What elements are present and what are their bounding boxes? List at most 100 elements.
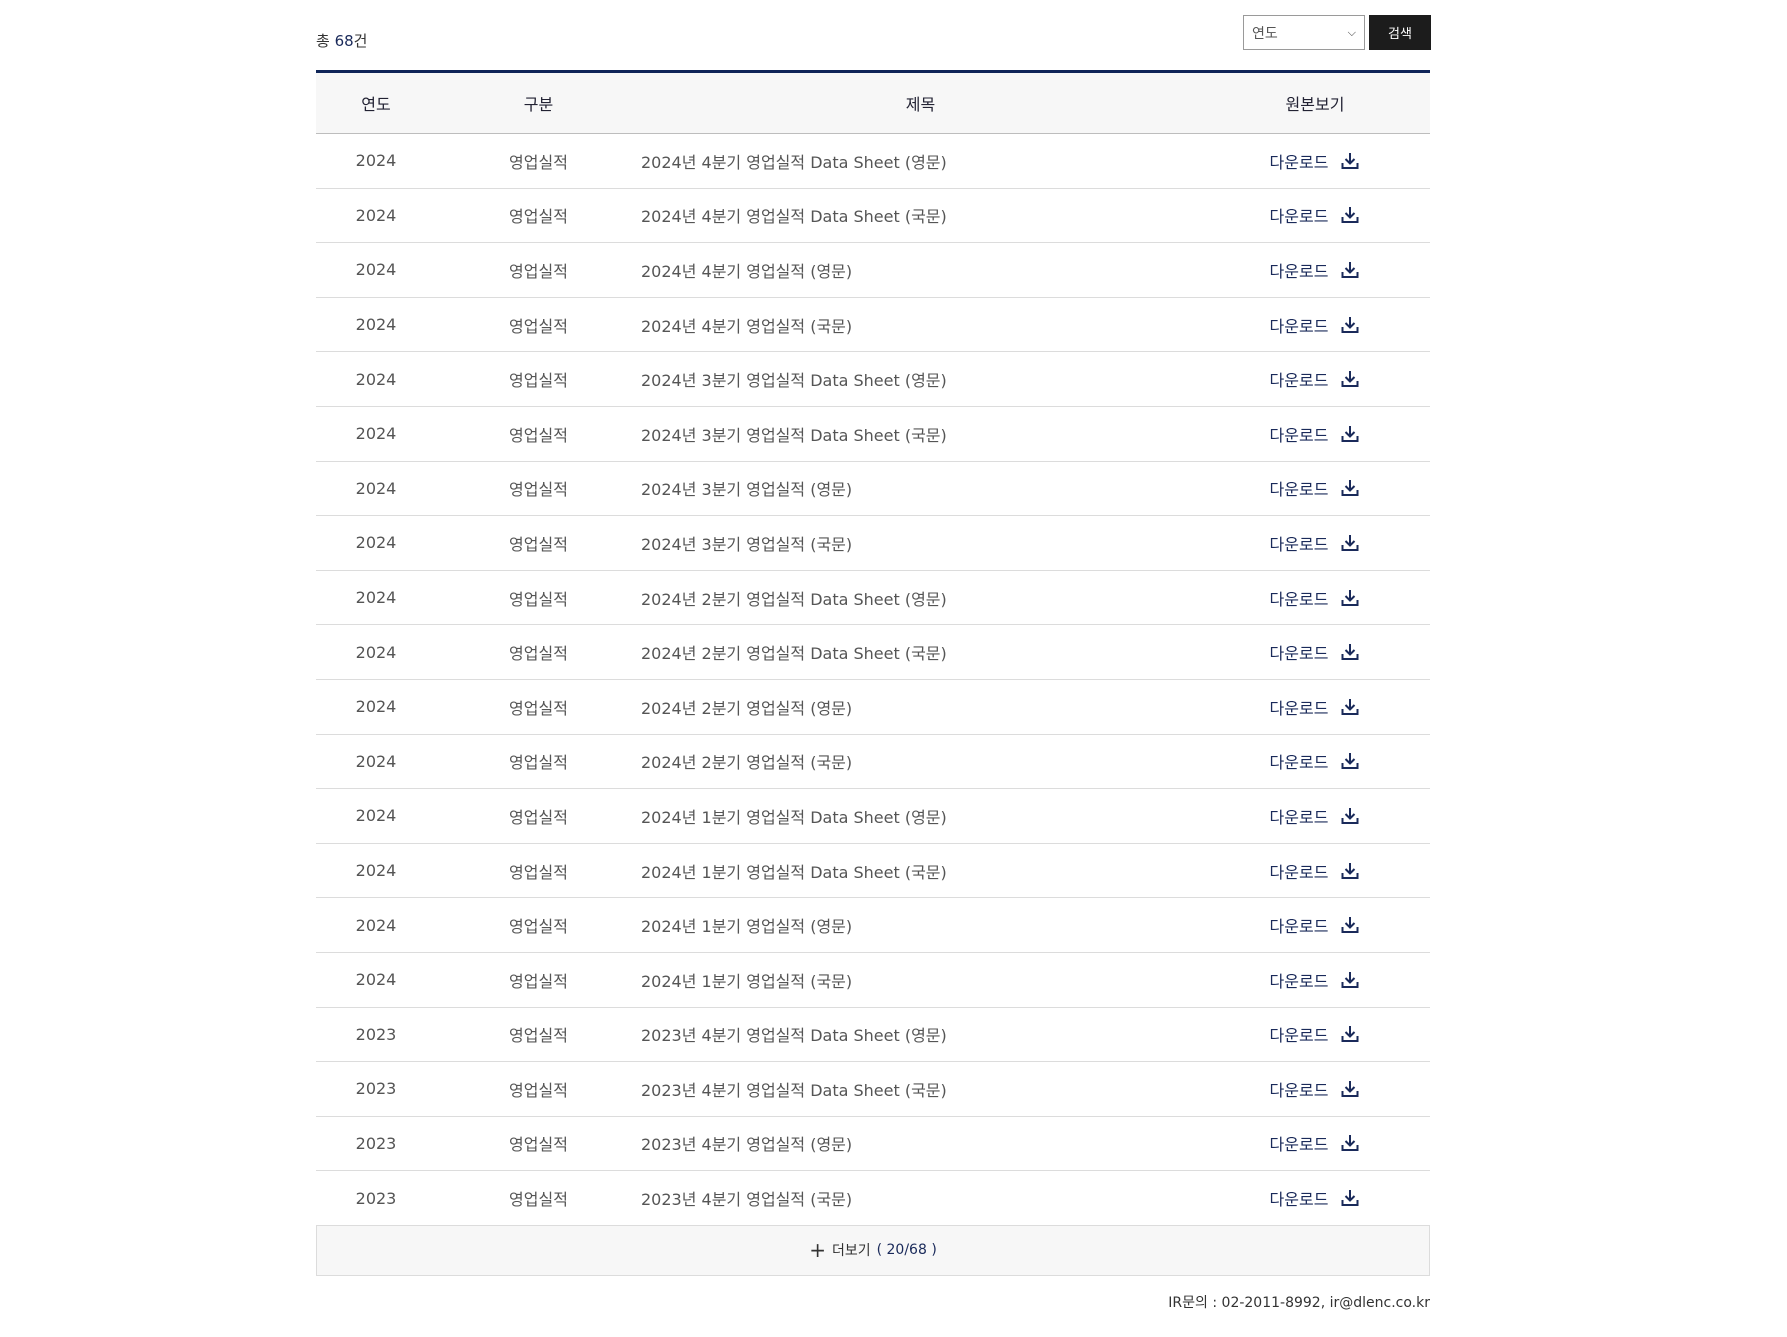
table-row: 2024 영업실적 2024년 3분기 영업실적 Data Sheet (영문) 다운… (316, 352, 1430, 407)
download-link[interactable]: 다운로드 (1270, 913, 1361, 937)
table-row: 2024 영업실적 2024년 2분기 영업실적 Data Sheet (국문) 다운… (316, 625, 1430, 680)
download-link[interactable]: 다운로드 (1270, 1077, 1361, 1101)
row-year: 2023 (355, 1079, 397, 1099)
row-download-cell: 다운로드 (1200, 516, 1430, 571)
download-label: 다운로드 (1269, 917, 1329, 937)
table-header-row: 연도 구분 제목 원본보기 (316, 71, 1430, 134)
row-year: 2024 (355, 424, 397, 444)
chevron-down-icon: ⌵ (1347, 25, 1356, 39)
download-icon (1340, 588, 1360, 608)
row-title: 2024년 3분기 영업실적 (국문) (641, 534, 853, 554)
row-category: 영업실적 (509, 371, 568, 391)
download-link[interactable]: 다운로드 (1270, 749, 1361, 773)
download-label: 다운로드 (1269, 207, 1329, 227)
download-link[interactable]: 다운로드 (1270, 695, 1361, 719)
download-link[interactable]: 다운로드 (1270, 203, 1361, 227)
row-category: 영업실적 (509, 1190, 568, 1210)
plus-icon: + (809, 1238, 826, 1263)
row-title: 2024년 3분기 영업실적 Data Sheet (국문) (641, 425, 947, 445)
download-label: 다운로드 (1269, 589, 1329, 609)
table-row: 2024 영업실적 2024년 4분기 영업실적 Data Sheet (국문) 다운… (316, 188, 1430, 243)
download-label: 다운로드 (1269, 1190, 1329, 1210)
row-download-cell: 다운로드 (1200, 952, 1430, 1007)
row-download-cell: 다운로드 (1200, 134, 1430, 189)
download-link[interactable]: 다운로드 (1270, 149, 1361, 173)
download-link[interactable]: 다운로드 (1270, 258, 1361, 282)
table-row: 2024 영업실적 2024년 1분기 영업실적 Data Sheet (영문) 다운… (316, 789, 1430, 844)
row-category: 영업실적 (509, 425, 568, 445)
table-row: 2023 영업실적 2023년 4분기 영업실적 Data Sheet (국문) 다운… (316, 1062, 1430, 1117)
search-button[interactable]: 검색 (1369, 15, 1431, 50)
download-label: 다운로드 (1269, 534, 1329, 554)
download-label: 다운로드 (1269, 152, 1329, 172)
download-link[interactable]: 다운로드 (1270, 422, 1361, 446)
download-icon (1340, 970, 1360, 990)
download-link[interactable]: 다운로드 (1270, 313, 1361, 337)
row-year: 2023 (355, 1133, 397, 1153)
download-icon (1340, 1133, 1360, 1153)
download-icon (1340, 315, 1360, 335)
row-title: 2023년 4분기 영업실적 (영문) (641, 1135, 853, 1155)
load-more-label: 더보기 (831, 1243, 871, 1260)
row-category: 영업실적 (509, 534, 568, 554)
row-category: 영업실적 (509, 480, 568, 500)
download-icon (1340, 424, 1360, 444)
download-label: 다운로드 (1269, 1135, 1329, 1155)
table-row: 2024 영업실적 2024년 2분기 영업실적 (국문) 다운로드 (316, 734, 1430, 789)
row-category: 영업실적 (509, 589, 568, 609)
row-download-cell: 다운로드 (1200, 570, 1430, 625)
total-count: 총 68건 (316, 30, 367, 51)
download-link[interactable]: 다운로드 (1270, 640, 1361, 664)
table-row: 2024 영업실적 2024년 3분기 영업실적 (국문) 다운로드 (316, 516, 1430, 571)
table-row: 2024 영업실적 2024년 1분기 영업실적 (국문) 다운로드 (316, 952, 1430, 1007)
row-download-cell: 다운로드 (1200, 406, 1430, 461)
download-link[interactable]: 다운로드 (1270, 367, 1361, 391)
year-select-value: 연도 (1252, 25, 1278, 42)
load-more-count: ( 20/68 ) (876, 1242, 937, 1259)
row-download-cell: 다운로드 (1200, 297, 1430, 352)
row-title: 2024년 1분기 영업실적 Data Sheet (영문) (641, 807, 947, 827)
row-category: 영업실적 (509, 698, 568, 718)
table-row: 2023 영업실적 2023년 4분기 영업실적 (국문) 다운로드 (316, 1171, 1430, 1226)
row-title: 2024년 2분기 영업실적 Data Sheet (국문) (641, 644, 947, 664)
row-category: 영업실적 (509, 807, 568, 827)
row-title: 2024년 1분기 영업실적 (국문) (641, 971, 853, 991)
row-category: 영업실적 (509, 1026, 568, 1046)
row-category: 영업실적 (509, 971, 568, 991)
row-title: 2024년 1분기 영업실적 Data Sheet (국문) (641, 862, 947, 882)
row-year: 2024 (355, 970, 397, 990)
table-row: 2024 영업실적 2024년 3분기 영업실적 (영문) 다운로드 (316, 461, 1430, 516)
load-more-button[interactable]: + 더보기 ( 20/68 ) (316, 1225, 1430, 1276)
row-download-cell: 다운로드 (1200, 1007, 1430, 1062)
row-year: 2024 (355, 751, 397, 771)
row-download-cell: 다운로드 (1200, 461, 1430, 516)
download-link[interactable]: 다운로드 (1270, 1186, 1361, 1210)
row-title: 2024년 4분기 영업실적 (영문) (641, 261, 853, 281)
download-link[interactable]: 다운로드 (1270, 968, 1361, 992)
table-row: 2024 영업실적 2024년 2분기 영업실적 Data Sheet (영문) 다운… (316, 570, 1430, 625)
row-download-cell: 다운로드 (1200, 679, 1430, 734)
download-link[interactable]: 다운로드 (1270, 531, 1361, 555)
download-link[interactable]: 다운로드 (1270, 586, 1361, 610)
row-title: 2023년 4분기 영업실적 Data Sheet (국문) (641, 1080, 947, 1100)
row-year: 2024 (355, 205, 397, 225)
total-suffix: 건 (353, 32, 368, 50)
row-year: 2024 (355, 642, 397, 662)
year-select[interactable]: 연도 ⌵ (1243, 15, 1365, 50)
row-year: 2024 (355, 151, 397, 171)
download-label: 다운로드 (1269, 480, 1329, 500)
download-link[interactable]: 다운로드 (1270, 1022, 1361, 1046)
download-link[interactable]: 다운로드 (1270, 804, 1361, 828)
table-row: 2024 영업실적 2024년 3분기 영업실적 Data Sheet (국문) 다운… (316, 406, 1430, 462)
table-row: 2023 영업실적 2023년 4분기 영업실적 (영문) 다운로드 (316, 1116, 1430, 1171)
download-icon (1340, 915, 1360, 935)
row-download-cell: 다운로드 (1200, 188, 1430, 243)
row-year: 2023 (355, 1024, 397, 1044)
table-row: 2024 영업실적 2024년 2분기 영업실적 (영문) 다운로드 (316, 679, 1430, 735)
row-year: 2024 (355, 861, 397, 881)
download-link[interactable]: 다운로드 (1270, 859, 1361, 883)
row-download-cell: 다운로드 (1200, 843, 1430, 898)
download-link[interactable]: 다운로드 (1270, 1131, 1361, 1155)
download-link[interactable]: 다운로드 (1270, 476, 1361, 500)
ir-table: 연도 구분 제목 원본보기 2024 영업실적 2024년 4분기 영업실적 Dat… (316, 70, 1430, 1226)
